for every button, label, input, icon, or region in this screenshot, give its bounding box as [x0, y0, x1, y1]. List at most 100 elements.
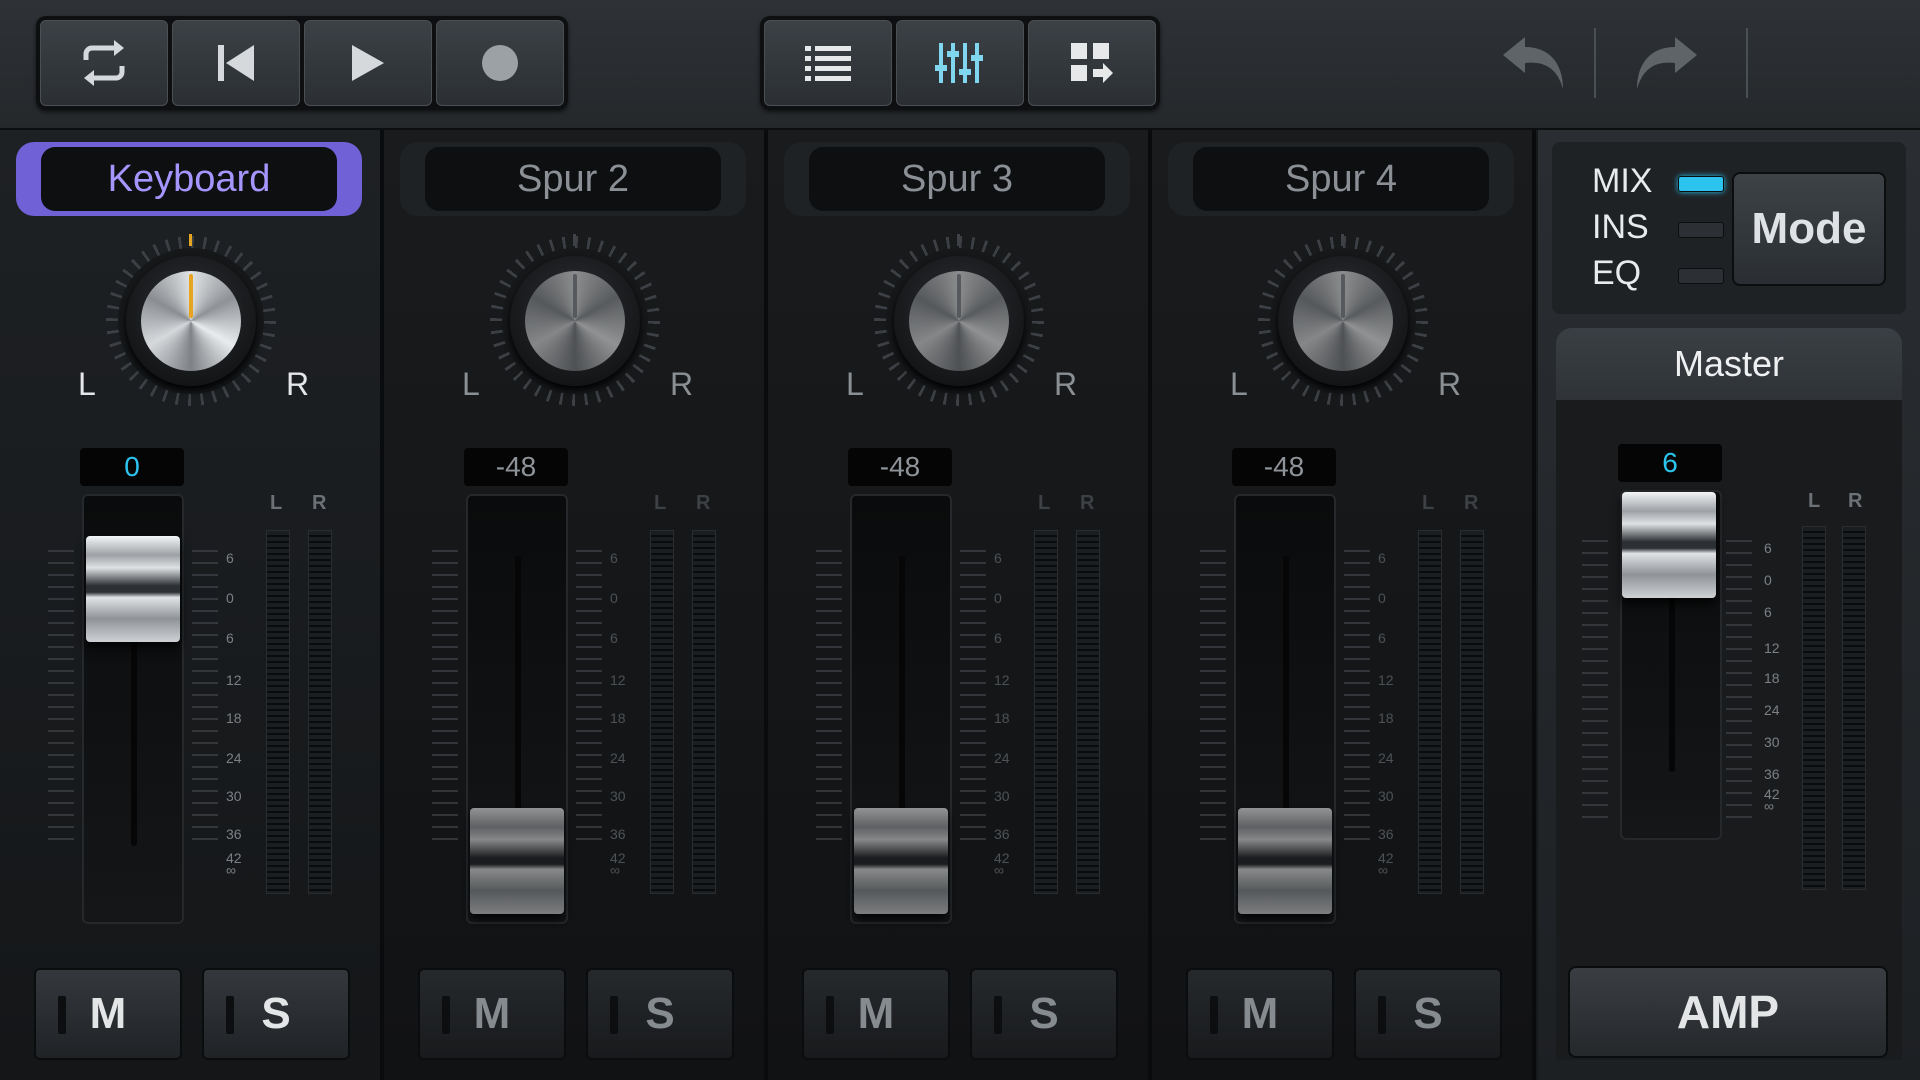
grid-view-button[interactable]: [1028, 20, 1156, 106]
pan-indicator: [957, 274, 961, 318]
pan-left-label: L: [846, 366, 864, 402]
skip-back-button[interactable]: [172, 20, 300, 106]
scale-label: 30: [226, 788, 242, 804]
pan-right-label: R: [1438, 366, 1462, 402]
mute-button[interactable]: M: [34, 968, 182, 1060]
mute-button[interactable]: M: [1186, 968, 1334, 1060]
scale-label: 36: [994, 826, 1010, 842]
level-meter-left: [266, 530, 290, 894]
channel-name-pill[interactable]: Keyboard: [16, 142, 362, 216]
scale-label: 24: [1378, 750, 1394, 766]
channel-name-pill[interactable]: Spur 2: [400, 142, 746, 216]
master-title: Master: [1556, 328, 1902, 400]
scale-ticks: [816, 550, 842, 850]
solo-button[interactable]: S: [1354, 968, 1502, 1060]
mute-button[interactable]: M: [418, 968, 566, 1060]
mode-mix-label[interactable]: MIX: [1592, 162, 1652, 201]
solo-button[interactable]: S: [586, 968, 734, 1060]
solo-led: [610, 996, 618, 1034]
meter-right-label: R: [696, 492, 711, 514]
pan-knob[interactable]: [864, 226, 1054, 416]
list-view-button[interactable]: [764, 20, 892, 106]
solo-button[interactable]: S: [970, 968, 1118, 1060]
pan-left-label: L: [1230, 366, 1248, 402]
mixer-icon: [935, 43, 983, 83]
solo-led: [226, 996, 234, 1034]
mode-ins-label[interactable]: INS: [1592, 208, 1649, 247]
mode-ins-led: [1678, 222, 1724, 238]
undo-icon: [1503, 37, 1563, 89]
meter-right-label: R: [312, 492, 327, 514]
scale-label: ∞: [994, 862, 1004, 878]
solo-button[interactable]: S: [202, 968, 350, 1060]
mute-button[interactable]: M: [802, 968, 950, 1060]
undo-button[interactable]: [1494, 23, 1574, 103]
solo-label: S: [1413, 989, 1443, 1038]
redo-button[interactable]: [1626, 23, 1706, 103]
scale-label: 0: [610, 590, 618, 606]
pan-knob[interactable]: [480, 226, 670, 416]
master-strip: 6 6 0 6 12 18 24 30 36 42 ∞ L R: [1556, 400, 1902, 1060]
mute-led: [1210, 996, 1218, 1034]
master-scale-label: 12: [1764, 640, 1780, 656]
master-scale-label: ∞: [1764, 798, 1774, 814]
volume-value: -48: [1232, 448, 1336, 486]
volume-fader-handle[interactable]: [470, 808, 564, 914]
solo-led: [1378, 996, 1386, 1034]
channel-strip: Spur 4 L R -48 6 0 6 12 18 24 30 36 42 ∞ L R M S: [1152, 130, 1532, 1080]
volume-value: -48: [464, 448, 568, 486]
record-button[interactable]: [436, 20, 564, 106]
volume-fader-handle[interactable]: [86, 536, 180, 642]
master-scale-label: 18: [1764, 670, 1780, 686]
scale-label: 30: [1378, 788, 1394, 804]
solo-label: S: [1029, 989, 1059, 1038]
play-button[interactable]: [304, 20, 432, 106]
pan-right-label: R: [286, 366, 310, 402]
channel-name: Spur 3: [809, 147, 1105, 211]
mode-mix-led: [1678, 176, 1724, 192]
scale-label: 0: [226, 590, 234, 606]
volume-fader-handle[interactable]: [854, 808, 948, 914]
scale-label: 12: [226, 672, 242, 688]
mode-eq-label[interactable]: EQ: [1592, 254, 1641, 293]
volume-fader-handle[interactable]: [1238, 808, 1332, 914]
scale-ticks: [1200, 550, 1226, 850]
solo-led: [994, 996, 1002, 1034]
mute-label: M: [473, 989, 511, 1038]
meter-right-label: R: [1464, 492, 1479, 514]
mixer-view-button[interactable]: [896, 20, 1024, 106]
master-scale-label: 0: [1764, 572, 1772, 588]
loop-button[interactable]: [40, 20, 168, 106]
channel-strip: Keyboard L R 0 6 0 6 12 18 24 30 36 42 ∞ L R M S: [0, 130, 380, 1080]
channel-name-pill[interactable]: Spur 4: [1168, 142, 1514, 216]
scale-label: 6: [226, 630, 234, 646]
master-fader-handle[interactable]: [1622, 492, 1716, 598]
mode-eq-led: [1678, 268, 1724, 284]
scale-label: 36: [1378, 826, 1394, 842]
divider: [1746, 28, 1748, 98]
meter-left-label: L: [654, 492, 667, 514]
mode-button[interactable]: Mode: [1732, 172, 1886, 286]
pan-indicator: [573, 274, 577, 318]
master-scale-label: 6: [1764, 540, 1772, 556]
pan-indicator: [1341, 274, 1345, 318]
mute-label: M: [1241, 989, 1279, 1038]
loop-icon: [83, 40, 125, 86]
master-meter-right: [1842, 526, 1866, 890]
pan-knob[interactable]: [1248, 226, 1438, 416]
scale-label: 6: [226, 550, 234, 566]
amp-button[interactable]: AMP: [1568, 966, 1888, 1058]
scale-label: 30: [610, 788, 626, 804]
level-meter-left: [1034, 530, 1058, 894]
mute-led: [58, 996, 66, 1034]
channel-name-pill[interactable]: Spur 3: [784, 142, 1130, 216]
master-scale-ticks: [1582, 540, 1608, 820]
pan-knob[interactable]: [96, 226, 286, 416]
channel-name: Spur 2: [425, 147, 721, 211]
grid-icon: [1071, 43, 1113, 83]
mute-label: M: [89, 989, 127, 1038]
channel-name: Spur 4: [1193, 147, 1489, 211]
scale-label: 36: [226, 826, 242, 842]
scale-ticks: [576, 550, 602, 850]
pan-left-label: L: [462, 366, 480, 402]
